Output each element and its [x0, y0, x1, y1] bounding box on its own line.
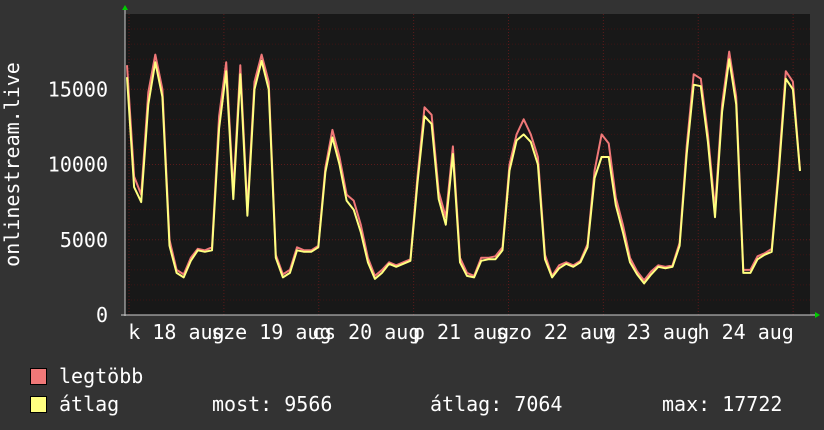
legend-swatch-atlag [30, 395, 47, 413]
legend-label-legtobb: legtöbb [59, 364, 144, 388]
x-tick-label: h 24 aug [698, 320, 794, 344]
stat-now: most: 9566 [212, 392, 333, 416]
line-chart: 050001000015000k 18 augsze 19 augcs 20 a… [0, 5, 820, 344]
legend-label-atlag: átlag [59, 392, 120, 416]
x-tick-label: szo 22 aug [496, 320, 616, 344]
y-axis-arrow [122, 5, 128, 10]
stat-max: max: 17722 [662, 392, 783, 416]
y-tick-label: 10000 [48, 153, 108, 177]
legend-swatch-legtobb [30, 367, 47, 385]
stat-average: átlag: 7064 [430, 392, 563, 416]
y-tick-label: 0 [96, 303, 108, 327]
legend-item-atlag: átlag [30, 392, 119, 416]
y-tick-label: 5000 [60, 228, 108, 252]
x-tick-label: cs 20 aug [312, 320, 420, 344]
legend-item-legtobb: legtöbb [30, 364, 143, 388]
x-tick-label: v 23 aug [603, 320, 699, 344]
y-tick-label: 15000 [48, 77, 108, 101]
y-axis-title: onlinestream.live [0, 62, 24, 267]
x-axis-arrow [815, 312, 820, 318]
